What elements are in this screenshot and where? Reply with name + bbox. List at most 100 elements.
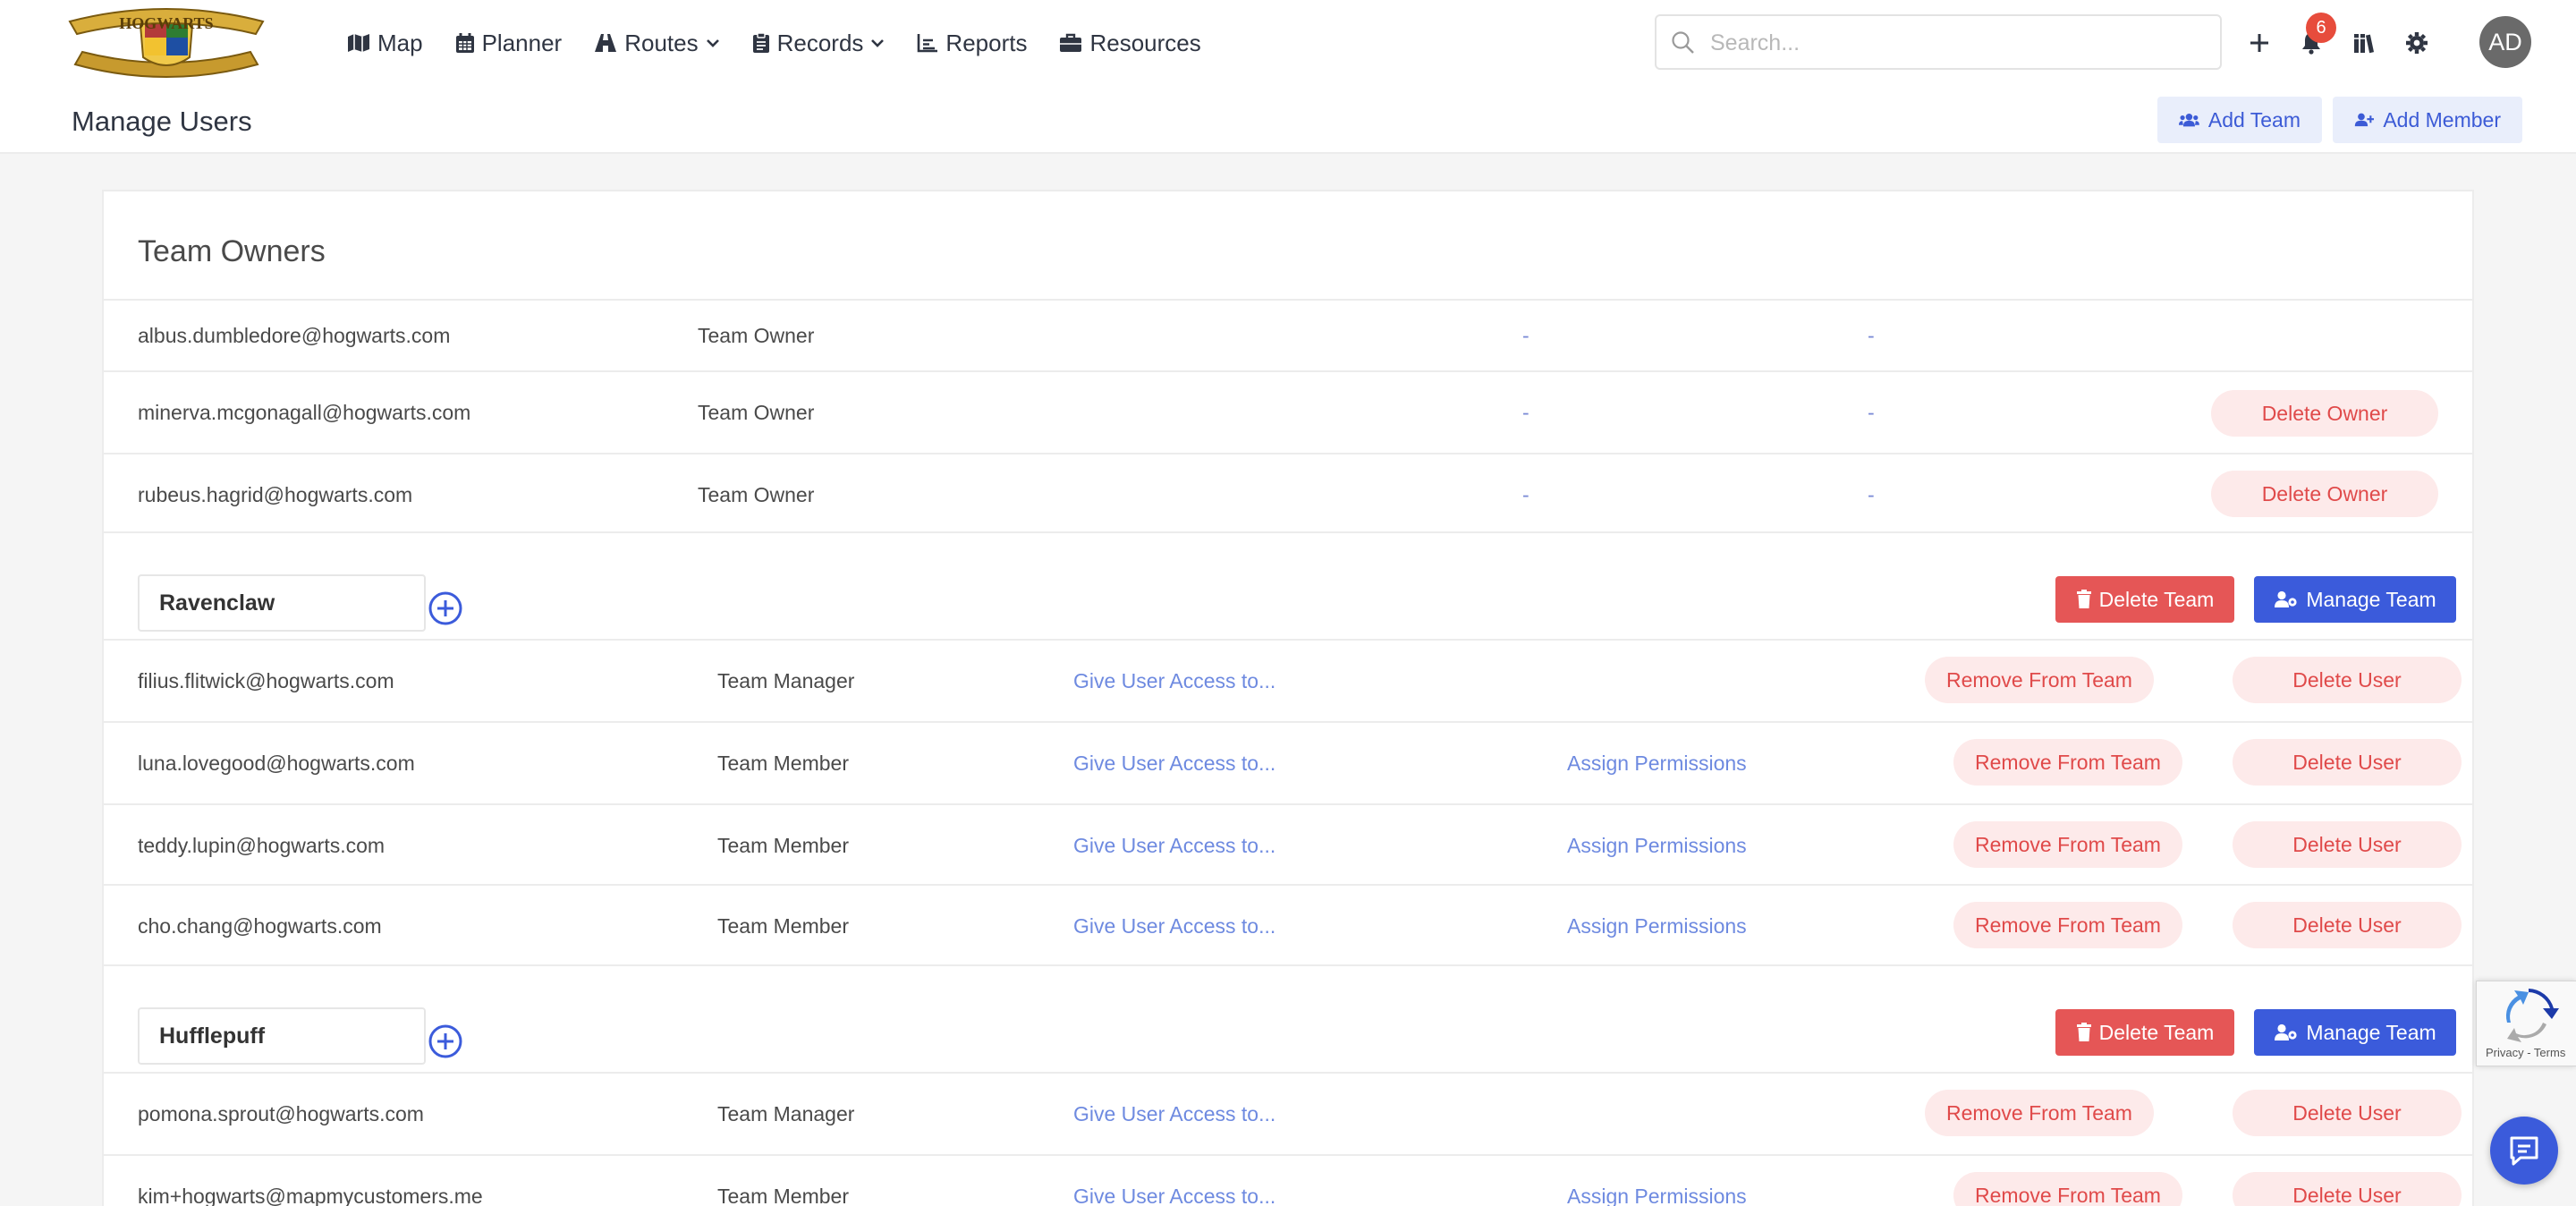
- delete-team-button[interactable]: Delete Team: [2055, 576, 2234, 623]
- gear-icon: [2406, 32, 2428, 54]
- delete-user-button[interactable]: Delete User: [2233, 1090, 2462, 1136]
- team-header-hufflepuff: Delete Team Manage Team: [104, 966, 2472, 1074]
- owner-row: rubeus.hagrid@hogwarts.com Team Owner - …: [104, 454, 2472, 535]
- delete-user-button[interactable]: Delete User: [2233, 902, 2462, 948]
- member-email: luna.lovegood@hogwarts.com: [138, 752, 415, 775]
- member-row: kim+hogwarts@mapmycustomers.me Team Memb…: [104, 1156, 2472, 1206]
- nav-routes-label: Routes: [624, 29, 699, 56]
- page-header: Manage Users Add Team Add Member: [0, 86, 2576, 154]
- global-search[interactable]: [1655, 14, 2222, 70]
- remove-from-team-button[interactable]: Remove From Team: [1953, 739, 2182, 786]
- remove-from-team-button[interactable]: Remove From Team: [1925, 657, 2154, 703]
- nav-records[interactable]: Records: [752, 30, 886, 57]
- give-access-link[interactable]: Give User Access to...: [1073, 834, 1275, 858]
- logo-text: HOGWARTS: [119, 14, 213, 32]
- owner-permissions: -: [1868, 483, 1875, 506]
- user-plus-icon: [2354, 113, 2375, 127]
- member-email: cho.chang@hogwarts.com: [138, 914, 382, 938]
- member-email: pomona.sprout@hogwarts.com: [138, 1102, 424, 1125]
- delete-user-button[interactable]: Delete User: [2233, 657, 2462, 703]
- plus-icon: [2250, 34, 2268, 52]
- calendar-icon: [455, 33, 474, 53]
- clipboard-icon: [752, 32, 769, 53]
- remove-from-team-button[interactable]: Remove From Team: [1953, 821, 2182, 868]
- owner-role: Team Owner: [698, 483, 815, 506]
- users-icon: [2179, 113, 2199, 127]
- manage-team-button[interactable]: Manage Team: [2254, 576, 2456, 623]
- give-access-link[interactable]: Give User Access to...: [1073, 1185, 1275, 1206]
- owner-access: -: [1522, 401, 1530, 424]
- main-nav: Map Planner Routes Records Reports Resou…: [347, 23, 1233, 63]
- users-cog-icon: [2275, 1023, 2297, 1040]
- member-row: pomona.sprout@hogwarts.com Team Manager …: [104, 1074, 2472, 1154]
- chevron-down-icon: [706, 39, 719, 47]
- owner-row: albus.dumbledore@hogwarts.com Team Owner…: [104, 301, 2472, 370]
- assign-permissions-link[interactable]: Assign Permissions: [1567, 914, 1747, 938]
- owner-access: -: [1522, 483, 1530, 506]
- nav-reports[interactable]: Reports: [917, 30, 1027, 57]
- nav-planner[interactable]: Planner: [455, 29, 563, 57]
- delete-owner-button[interactable]: Delete Owner: [2211, 390, 2438, 437]
- top-navigation-bar: HOGWARTS Map Planner Routes Records Repo…: [0, 0, 2576, 86]
- remove-from-team-button[interactable]: Remove From Team: [1953, 902, 2182, 948]
- give-access-link[interactable]: Give User Access to...: [1073, 669, 1275, 693]
- nav-records-label: Records: [776, 29, 864, 56]
- add-member-button[interactable]: Add Member: [2333, 97, 2522, 143]
- recaptcha-text[interactable]: Privacy - Terms: [2486, 1046, 2565, 1059]
- chevron-down-icon: [871, 39, 885, 47]
- add-team-label: Add Team: [2207, 107, 2301, 132]
- user-avatar[interactable]: AD: [2479, 16, 2531, 68]
- give-access-link[interactable]: Give User Access to...: [1073, 914, 1275, 938]
- team-owners-title: Team Owners: [138, 234, 326, 268]
- nav-map-label: Map: [377, 29, 423, 56]
- member-row: filius.flitwick@hogwarts.com Team Manage…: [104, 641, 2472, 721]
- remove-from-team-button[interactable]: Remove From Team: [1925, 1090, 2154, 1136]
- nav-routes[interactable]: Routes: [594, 30, 719, 57]
- add-team-button[interactable]: Add Team: [2157, 97, 2322, 143]
- member-row: cho.chang@hogwarts.com Team Member Give …: [104, 886, 2472, 966]
- delete-user-button[interactable]: Delete User: [2233, 1172, 2462, 1206]
- recaptcha-icon: [2505, 989, 2559, 1042]
- member-role: Team Member: [717, 834, 849, 857]
- create-button[interactable]: [2240, 23, 2279, 63]
- settings-button[interactable]: [2397, 23, 2436, 63]
- delete-team-label: Delete Team: [2098, 587, 2215, 611]
- nav-resources[interactable]: Resources: [1059, 29, 1201, 57]
- team-header-ravenclaw: Delete Team Manage Team: [104, 533, 2472, 641]
- add-circle-icon[interactable]: [428, 1023, 463, 1059]
- assign-permissions-link[interactable]: Assign Permissions: [1567, 752, 1747, 776]
- give-access-link[interactable]: Give User Access to...: [1073, 752, 1275, 776]
- assign-permissions-link[interactable]: Assign Permissions: [1567, 834, 1747, 858]
- delete-user-button[interactable]: Delete User: [2233, 821, 2462, 868]
- library-button[interactable]: [2345, 23, 2385, 63]
- owner-email: rubeus.hagrid@hogwarts.com: [138, 483, 413, 506]
- member-email: teddy.lupin@hogwarts.com: [138, 834, 386, 857]
- search-input[interactable]: [1710, 23, 2211, 63]
- manage-team-label: Manage Team: [2306, 1020, 2436, 1044]
- chat-support-button[interactable]: [2490, 1117, 2558, 1185]
- nav-resources-label: Resources: [1089, 29, 1201, 56]
- add-circle-icon[interactable]: [428, 590, 463, 626]
- hogwarts-logo[interactable]: HOGWARTS: [57, 2, 275, 82]
- delete-owner-button[interactable]: Delete Owner: [2211, 471, 2438, 517]
- nav-map[interactable]: Map: [347, 30, 423, 57]
- give-access-link[interactable]: Give User Access to...: [1073, 1102, 1275, 1126]
- manage-team-button[interactable]: Manage Team: [2254, 1009, 2456, 1056]
- delete-user-button[interactable]: Delete User: [2233, 739, 2462, 786]
- delete-team-button[interactable]: Delete Team: [2055, 1009, 2234, 1056]
- remove-from-team-button[interactable]: Remove From Team: [1953, 1172, 2182, 1206]
- owner-permissions: -: [1868, 401, 1875, 424]
- team-name-input[interactable]: [138, 574, 426, 632]
- team-name-input[interactable]: [138, 1007, 426, 1065]
- owner-row: minerva.mcgonagall@hogwarts.com Team Own…: [104, 372, 2472, 453]
- chat-icon: [2510, 1136, 2538, 1166]
- manage-team-label: Manage Team: [2306, 587, 2436, 611]
- assign-permissions-link[interactable]: Assign Permissions: [1567, 1185, 1747, 1206]
- member-role: Team Member: [717, 914, 849, 938]
- nav-planner-label: Planner: [481, 29, 563, 56]
- route-icon: [595, 34, 617, 52]
- recaptcha-badge[interactable]: Privacy - Terms: [2476, 981, 2576, 1066]
- owner-email: albus.dumbledore@hogwarts.com: [138, 324, 451, 347]
- member-row: teddy.lupin@hogwarts.com Team Member Giv…: [104, 805, 2472, 886]
- notification-count-badge: 6: [2306, 13, 2336, 43]
